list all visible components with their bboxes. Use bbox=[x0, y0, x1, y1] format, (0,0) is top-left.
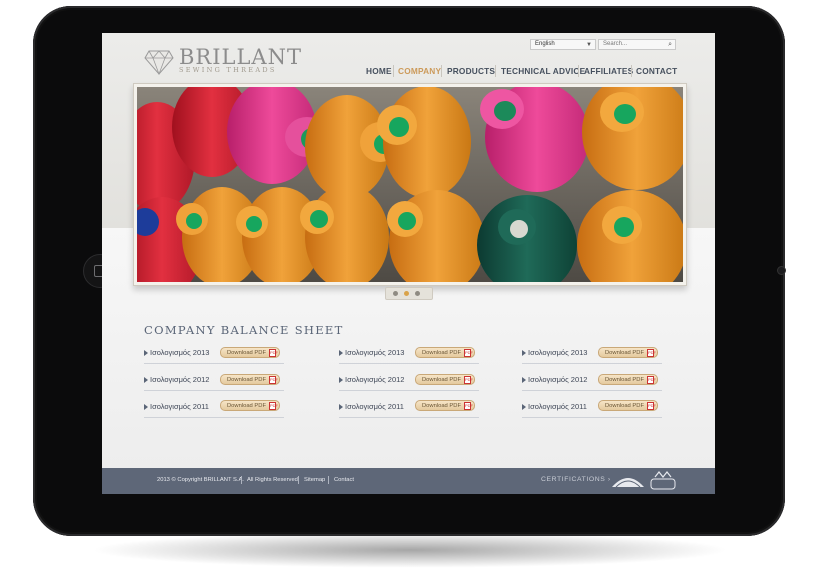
bullet-arrow-icon bbox=[144, 377, 148, 383]
footer-link-sitemap[interactable]: Sitemap bbox=[304, 477, 325, 483]
pdf-icon: PDF bbox=[464, 376, 473, 384]
device-shadow bbox=[90, 532, 730, 568]
divider bbox=[144, 363, 284, 364]
diamond-logo-icon[interactable] bbox=[144, 49, 174, 75]
bullet-arrow-icon bbox=[522, 377, 526, 383]
search-placeholder: Search... bbox=[603, 41, 628, 47]
nav-divider bbox=[578, 65, 579, 77]
nav-divider bbox=[441, 65, 442, 77]
balance-sheet-label: Ισολογισμός 2013 bbox=[345, 348, 405, 357]
copyright-text: 2013 © Copyright BRILLANT S.A. bbox=[157, 477, 244, 483]
bullet-arrow-icon bbox=[144, 404, 148, 410]
download-pdf-label: Download PDF bbox=[422, 377, 461, 383]
brand-tagline: SEWING THREADS bbox=[179, 66, 277, 74]
footer-link-contact[interactable]: Contact bbox=[334, 477, 354, 483]
search-icon[interactable]: ⌕ bbox=[668, 40, 672, 49]
balance-sheet-label: Ισολογισμός 2011 bbox=[528, 402, 587, 411]
bullet-arrow-icon bbox=[144, 350, 148, 356]
bullet-arrow-icon bbox=[339, 377, 343, 383]
camera-icon bbox=[777, 266, 786, 275]
divider bbox=[144, 417, 284, 418]
hero-slider[interactable] bbox=[133, 83, 687, 286]
slider-dot[interactable] bbox=[415, 291, 420, 296]
pdf-icon: PDF bbox=[647, 402, 656, 410]
download-pdf-label: Download PDF bbox=[227, 377, 266, 383]
bullet-arrow-icon bbox=[522, 404, 526, 410]
download-pdf-button[interactable]: Download PDF PDF bbox=[598, 347, 658, 358]
language-select-value: English bbox=[535, 41, 555, 47]
nav-affiliates[interactable]: AFFILIATES bbox=[584, 66, 633, 78]
balance-sheet-label: Ισολογισμός 2011 bbox=[150, 402, 209, 411]
balance-sheet-label: Ισολογισμός 2012 bbox=[150, 375, 210, 384]
certification-logo-icon[interactable] bbox=[610, 473, 646, 489]
nav-contact[interactable]: CONTACT bbox=[636, 66, 677, 78]
chevron-down-icon: ▼ bbox=[586, 42, 592, 48]
certifications-link[interactable]: CERTIFICATIONS › bbox=[541, 476, 611, 483]
bullet-arrow-icon bbox=[339, 404, 343, 410]
pdf-icon: PDF bbox=[647, 349, 656, 357]
hero-image-thread-spools bbox=[137, 87, 683, 282]
pdf-icon: PDF bbox=[464, 349, 473, 357]
download-pdf-label: Download PDF bbox=[605, 377, 644, 383]
pdf-icon: PDF bbox=[647, 376, 656, 384]
balance-sheet-label: Ισολογισμός 2013 bbox=[528, 348, 588, 357]
pdf-icon: PDF bbox=[269, 402, 278, 410]
bullet-arrow-icon bbox=[339, 350, 343, 356]
nav-divider bbox=[393, 65, 394, 77]
screen: BRILLANT SEWING THREADS English ▼ Search… bbox=[102, 33, 715, 494]
section-title: COMPANY BALANCE SHEET bbox=[144, 323, 344, 337]
divider bbox=[339, 363, 479, 364]
divider bbox=[522, 417, 662, 418]
bullet-arrow-icon bbox=[522, 350, 526, 356]
download-pdf-label: Download PDF bbox=[605, 350, 644, 356]
divider bbox=[522, 363, 662, 364]
balance-sheet-label: Ισολογισμός 2012 bbox=[528, 375, 588, 384]
pdf-icon: PDF bbox=[269, 376, 278, 384]
slider-dot[interactable] bbox=[393, 291, 398, 296]
download-pdf-label: Download PDF bbox=[605, 403, 644, 409]
divider bbox=[339, 417, 479, 418]
nav-technical-advice[interactable]: TECHNICAL ADVICE bbox=[501, 66, 585, 78]
download-pdf-label: Download PDF bbox=[422, 350, 461, 356]
download-pdf-label: Download PDF bbox=[422, 403, 461, 409]
download-pdf-button[interactable]: Download PDF PDF bbox=[598, 374, 658, 385]
download-pdf-button[interactable]: Download PDF PDF bbox=[598, 400, 658, 411]
balance-sheet-label: Ισολογισμός 2013 bbox=[150, 348, 210, 357]
download-pdf-label: Download PDF bbox=[227, 350, 266, 356]
download-pdf-button[interactable]: Download PDF PDF bbox=[415, 374, 475, 385]
search-input[interactable]: Search... ⌕ bbox=[598, 39, 676, 50]
pdf-icon: PDF bbox=[269, 349, 278, 357]
nav-products[interactable]: PRODUCTS bbox=[447, 66, 495, 78]
download-pdf-button[interactable]: Download PDF PDF bbox=[220, 374, 280, 385]
divider bbox=[339, 390, 479, 391]
footer-divider bbox=[328, 476, 329, 484]
footer: 2013 © Copyright BRILLANT S.A. All Right… bbox=[102, 468, 715, 494]
download-pdf-button[interactable]: Download PDF PDF bbox=[415, 400, 475, 411]
balance-sheet-label: Ισολογισμός 2012 bbox=[345, 375, 405, 384]
tuv-logo-icon[interactable] bbox=[650, 471, 676, 491]
nav-home[interactable]: HOME bbox=[366, 66, 392, 78]
footer-divider bbox=[298, 476, 299, 484]
pdf-icon: PDF bbox=[464, 402, 473, 410]
nav-divider bbox=[631, 65, 632, 77]
nav-company[interactable]: COMPANY bbox=[398, 66, 441, 78]
download-pdf-label: Download PDF bbox=[227, 403, 266, 409]
download-pdf-button[interactable]: Download PDF PDF bbox=[415, 347, 475, 358]
footer-divider bbox=[241, 476, 242, 484]
slider-dot-active[interactable] bbox=[404, 291, 409, 296]
download-pdf-button[interactable]: Download PDF PDF bbox=[220, 400, 280, 411]
divider bbox=[144, 390, 284, 391]
language-select[interactable]: English ▼ bbox=[530, 39, 596, 50]
slider-pagination bbox=[385, 287, 433, 300]
balance-sheet-label: Ισολογισμός 2011 bbox=[345, 402, 404, 411]
download-pdf-button[interactable]: Download PDF PDF bbox=[220, 347, 280, 358]
nav-divider bbox=[495, 65, 496, 77]
divider bbox=[522, 390, 662, 391]
rights-text: All Rights Reserved bbox=[247, 477, 298, 483]
